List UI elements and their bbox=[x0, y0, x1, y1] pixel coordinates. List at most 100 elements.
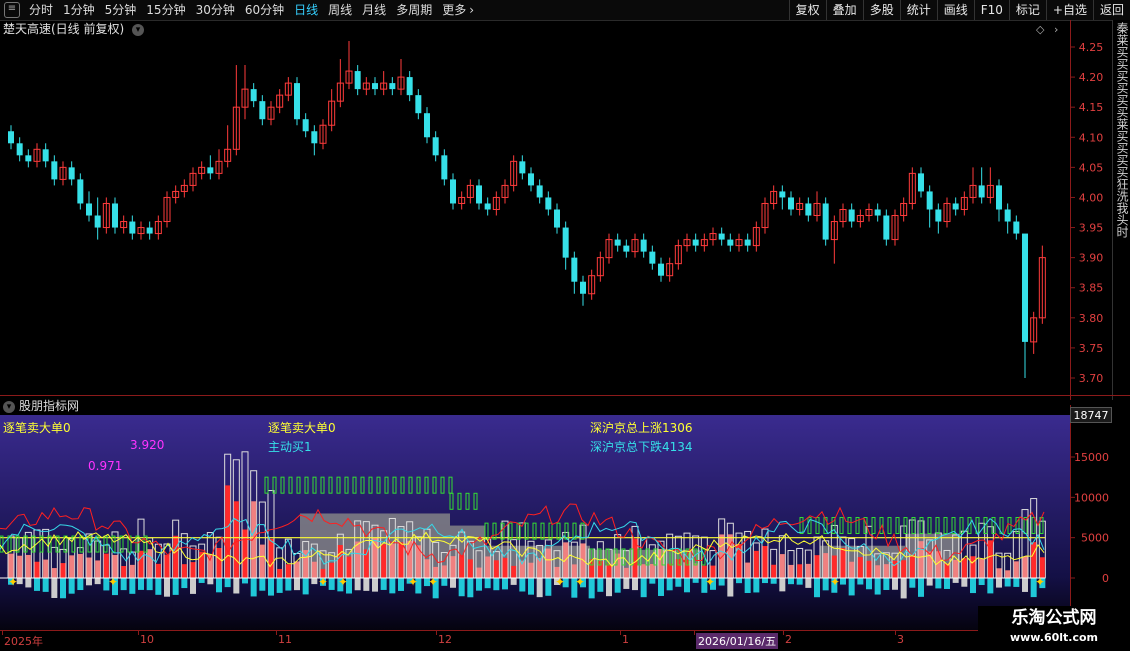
negative-bar bbox=[363, 578, 370, 591]
butterfly-marker-icon: ✦ bbox=[108, 575, 118, 589]
action-button-8[interactable]: 返回 bbox=[1092, 0, 1130, 20]
volume-bar-fill bbox=[849, 561, 855, 578]
chevron-down-icon[interactable]: ▾ bbox=[132, 23, 145, 36]
negative-bar bbox=[164, 578, 170, 597]
chevron-right-icon[interactable]: › bbox=[469, 3, 474, 17]
candle bbox=[180, 179, 188, 198]
period-tab-1[interactable]: 1分钟 bbox=[58, 0, 100, 20]
volume-bar-fill bbox=[441, 565, 447, 578]
negative-bar bbox=[961, 578, 968, 587]
date-tick bbox=[783, 631, 784, 635]
candle bbox=[788, 191, 794, 216]
action-button-2[interactable]: 多股 bbox=[862, 0, 900, 20]
volume-bar-fill bbox=[641, 564, 647, 578]
period-tab-5[interactable]: 60分钟 bbox=[240, 0, 289, 20]
negative-bar bbox=[779, 578, 786, 592]
date-tick-label: 3 bbox=[897, 633, 904, 646]
butterfly-marker-icon: ✦ bbox=[338, 575, 348, 589]
volume-bar-fill bbox=[43, 559, 49, 578]
negative-bar bbox=[302, 578, 309, 595]
price-tick-label: 4.25 bbox=[1079, 41, 1104, 54]
volume-tick-label: 10000 bbox=[1074, 491, 1109, 504]
negative-bar bbox=[918, 578, 924, 597]
date-tick bbox=[620, 631, 621, 635]
candle bbox=[640, 233, 647, 258]
negative-bar bbox=[242, 578, 248, 584]
action-button-1[interactable]: 叠加 bbox=[825, 0, 863, 20]
chevron-down-icon[interactable]: ▾ bbox=[3, 400, 15, 413]
volume-bar-fill bbox=[918, 541, 924, 578]
date-tick-label: 2 bbox=[785, 633, 792, 646]
action-button-7[interactable]: +自选 bbox=[1045, 0, 1093, 20]
date-tick-label: 12 bbox=[438, 633, 452, 646]
volume-bar-fill bbox=[953, 559, 959, 578]
negative-bar bbox=[354, 578, 361, 591]
action-button-5[interactable]: F10 bbox=[973, 0, 1009, 20]
volume-bar-fill bbox=[857, 557, 863, 578]
candle bbox=[59, 161, 67, 186]
negative-bar bbox=[978, 578, 985, 585]
negative-bar bbox=[94, 578, 101, 585]
volume-bar-fill bbox=[970, 556, 976, 578]
butterfly-marker-icon: ✦ bbox=[705, 575, 715, 589]
butterfly-marker-icon: ✦ bbox=[428, 575, 438, 589]
negative-bar bbox=[120, 578, 127, 591]
butterfly-marker-icon: ✦ bbox=[575, 575, 585, 589]
candle bbox=[562, 221, 569, 270]
negative-bar bbox=[692, 578, 699, 583]
candle bbox=[891, 209, 899, 246]
volume-bar-fill bbox=[528, 562, 534, 578]
candle bbox=[137, 221, 145, 240]
price-tick-label: 4.15 bbox=[1079, 101, 1104, 114]
period-tab-4[interactable]: 30分钟 bbox=[191, 0, 240, 20]
candle bbox=[154, 215, 162, 240]
volume-bar-fill bbox=[996, 568, 1002, 578]
volume-bar-fill bbox=[649, 563, 655, 578]
period-tab-8[interactable]: 月线 bbox=[357, 0, 391, 20]
negative-bar bbox=[814, 578, 820, 598]
volume-bar-fill bbox=[51, 568, 57, 578]
price-tick-label: 3.70 bbox=[1079, 372, 1104, 385]
diamond-icon[interactable]: ◇ bbox=[1036, 23, 1044, 36]
period-tab-3[interactable]: 15分钟 bbox=[141, 0, 190, 20]
candle bbox=[510, 155, 518, 192]
volume-bar-fill bbox=[883, 564, 889, 578]
volume-bar-fill bbox=[745, 562, 751, 578]
volume-bar-fill bbox=[381, 544, 387, 578]
action-button-6[interactable]: 标记 bbox=[1008, 0, 1046, 20]
negative-bar bbox=[640, 578, 647, 598]
panel-divider[interactable] bbox=[0, 395, 1130, 396]
candle bbox=[874, 203, 881, 222]
candlestick-chart[interactable] bbox=[0, 38, 1070, 395]
candle bbox=[406, 71, 413, 102]
negative-bar bbox=[528, 578, 534, 595]
volume-bar-fill bbox=[658, 548, 664, 578]
candle bbox=[761, 197, 769, 234]
negative-bar bbox=[77, 578, 84, 591]
period-tab-7[interactable]: 周线 bbox=[323, 0, 357, 20]
negative-bar bbox=[493, 578, 500, 591]
action-button-0[interactable]: 复权 bbox=[788, 0, 826, 20]
chevron-right-circle-icon[interactable]: › bbox=[1054, 23, 1058, 36]
negative-bar bbox=[658, 578, 664, 596]
price-tick-label: 3.90 bbox=[1079, 252, 1104, 265]
candle bbox=[865, 203, 873, 222]
period-tab-10[interactable]: 更多 bbox=[437, 0, 471, 20]
period-tab-9[interactable]: 多周期 bbox=[391, 0, 437, 20]
butterfly-marker-icon: ✦ bbox=[555, 575, 565, 589]
action-list: 复权 叠加 多股 统计 画线 F10 标记 +自选 返回 bbox=[788, 0, 1130, 20]
action-button-3[interactable]: 统计 bbox=[899, 0, 937, 20]
candle bbox=[163, 191, 171, 228]
app-menu-icon[interactable]: ≡ bbox=[4, 2, 20, 18]
right-panel-text: 秦莱买买买买买买莱买买买买狂洗我头时 bbox=[1115, 22, 1129, 238]
action-button-4[interactable]: 画线 bbox=[936, 0, 974, 20]
butterfly-marker-icon: ✦ bbox=[318, 575, 328, 589]
period-tab-6[interactable]: 日线 bbox=[289, 0, 323, 20]
candle bbox=[683, 233, 691, 252]
candle bbox=[943, 197, 951, 228]
candle bbox=[51, 155, 58, 186]
negative-bar bbox=[519, 578, 526, 592]
period-tab-2[interactable]: 5分钟 bbox=[100, 0, 142, 20]
period-tab-0[interactable]: 分时 bbox=[24, 0, 58, 20]
volume-bar-fill bbox=[485, 556, 491, 578]
